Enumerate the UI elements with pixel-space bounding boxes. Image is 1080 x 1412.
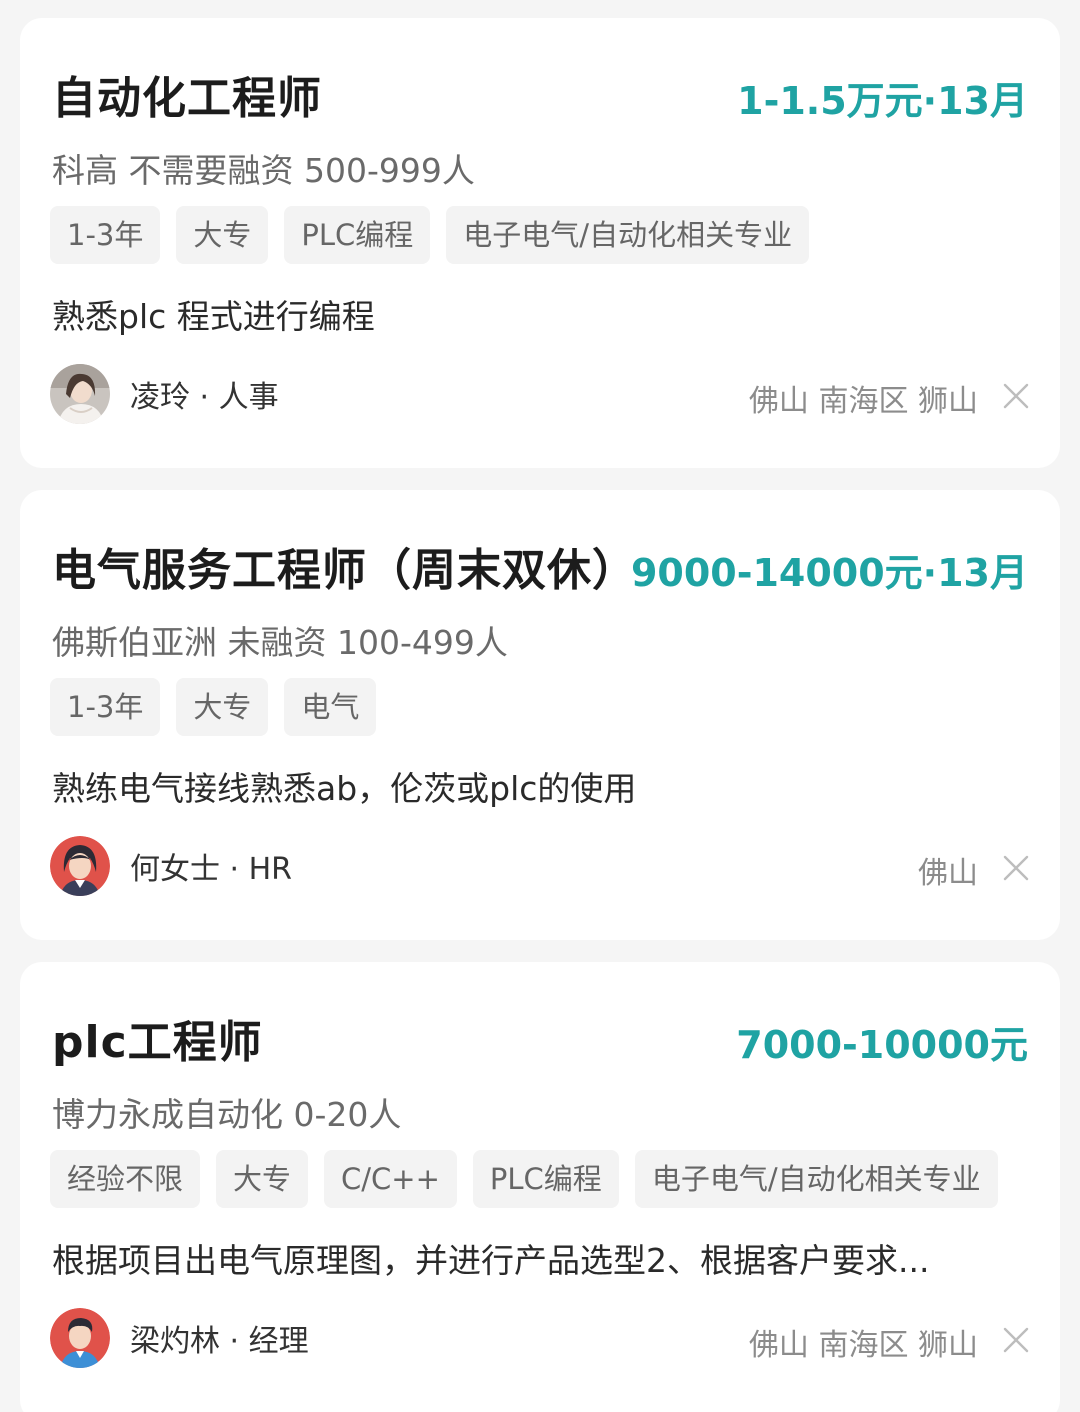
job-tag: 电气: [284, 678, 377, 736]
job-location: 佛山 南海区 狮山: [748, 384, 978, 419]
recruiter: 何女士 · HR: [50, 836, 292, 896]
job-title: plc工程师: [52, 1017, 263, 1068]
tag-list: 1-3年 大专 PLC编程 电子电气/自动化相关专业: [50, 206, 810, 264]
job-tag: 大专: [216, 1150, 309, 1208]
job-list: 自动化工程师 1-1.5万元·13月 科高 不需要融资 500-999人 1-3…: [0, 0, 1080, 1412]
avatar: [50, 364, 110, 424]
recruiter-name: 凌玲 · 人事: [130, 380, 279, 415]
job-location: 佛山: [918, 856, 978, 891]
job-tag: PLC编程: [472, 1150, 619, 1208]
job-title: 电气服务工程师（周末双休）: [52, 545, 637, 596]
tag-list: 1-3年 大专 电气: [50, 678, 377, 736]
job-salary: 1-1.5万元·13月: [737, 79, 1028, 123]
job-description: 根据项目出电气原理图，并进行产品选型2、根据客户要求...: [52, 1241, 930, 1280]
recruiter-name: 何女士 · HR: [130, 852, 293, 887]
job-tag: 1-3年: [50, 678, 161, 736]
close-icon[interactable]: [1002, 1326, 1030, 1354]
company-info: 佛斯伯亚洲 未融资 100-499人: [52, 623, 508, 662]
job-tag: 大专: [176, 678, 269, 736]
tag-list: 经验不限 大专 C/C++ PLC编程 电子电气/自动化相关专业: [50, 1150, 998, 1208]
job-tag: PLC编程: [284, 206, 431, 264]
job-salary: 9000-14000元·13月: [630, 551, 1028, 595]
close-icon[interactable]: [1002, 854, 1030, 882]
job-tag: C/C++: [324, 1150, 457, 1208]
job-card[interactable]: plc工程师 7000-10000元 博力永成自动化 0-20人 经验不限 大专…: [20, 962, 1060, 1412]
job-card[interactable]: 电气服务工程师（周末双休） 9000-14000元·13月 佛斯伯亚洲 未融资 …: [20, 490, 1060, 940]
job-tag: 1-3年: [50, 206, 161, 264]
job-title: 自动化工程师: [52, 73, 322, 124]
avatar: [50, 1308, 110, 1368]
job-tag: 大专: [176, 206, 269, 264]
job-description: 熟悉plc 程式进行编程: [52, 297, 375, 336]
job-salary: 7000-10000元: [736, 1023, 1028, 1067]
job-tag: 经验不限: [50, 1150, 201, 1208]
recruiter: 梁灼林 · 经理: [50, 1308, 309, 1368]
job-card[interactable]: 自动化工程师 1-1.5万元·13月 科高 不需要融资 500-999人 1-3…: [20, 18, 1060, 468]
job-tag: 电子电气/自动化相关专业: [446, 206, 810, 264]
company-info: 科高 不需要融资 500-999人: [52, 151, 475, 190]
job-tag: 电子电气/自动化相关专业: [634, 1150, 998, 1208]
close-icon[interactable]: [1002, 382, 1030, 410]
job-description: 熟练电气接线熟悉ab，伦茨或plc的使用: [52, 769, 637, 808]
recruiter: 凌玲 · 人事: [50, 364, 279, 424]
avatar: [50, 836, 110, 896]
company-info: 博力永成自动化 0-20人: [52, 1095, 402, 1134]
job-location: 佛山 南海区 狮山: [748, 1328, 978, 1363]
recruiter-name: 梁灼林 · 经理: [130, 1324, 309, 1359]
